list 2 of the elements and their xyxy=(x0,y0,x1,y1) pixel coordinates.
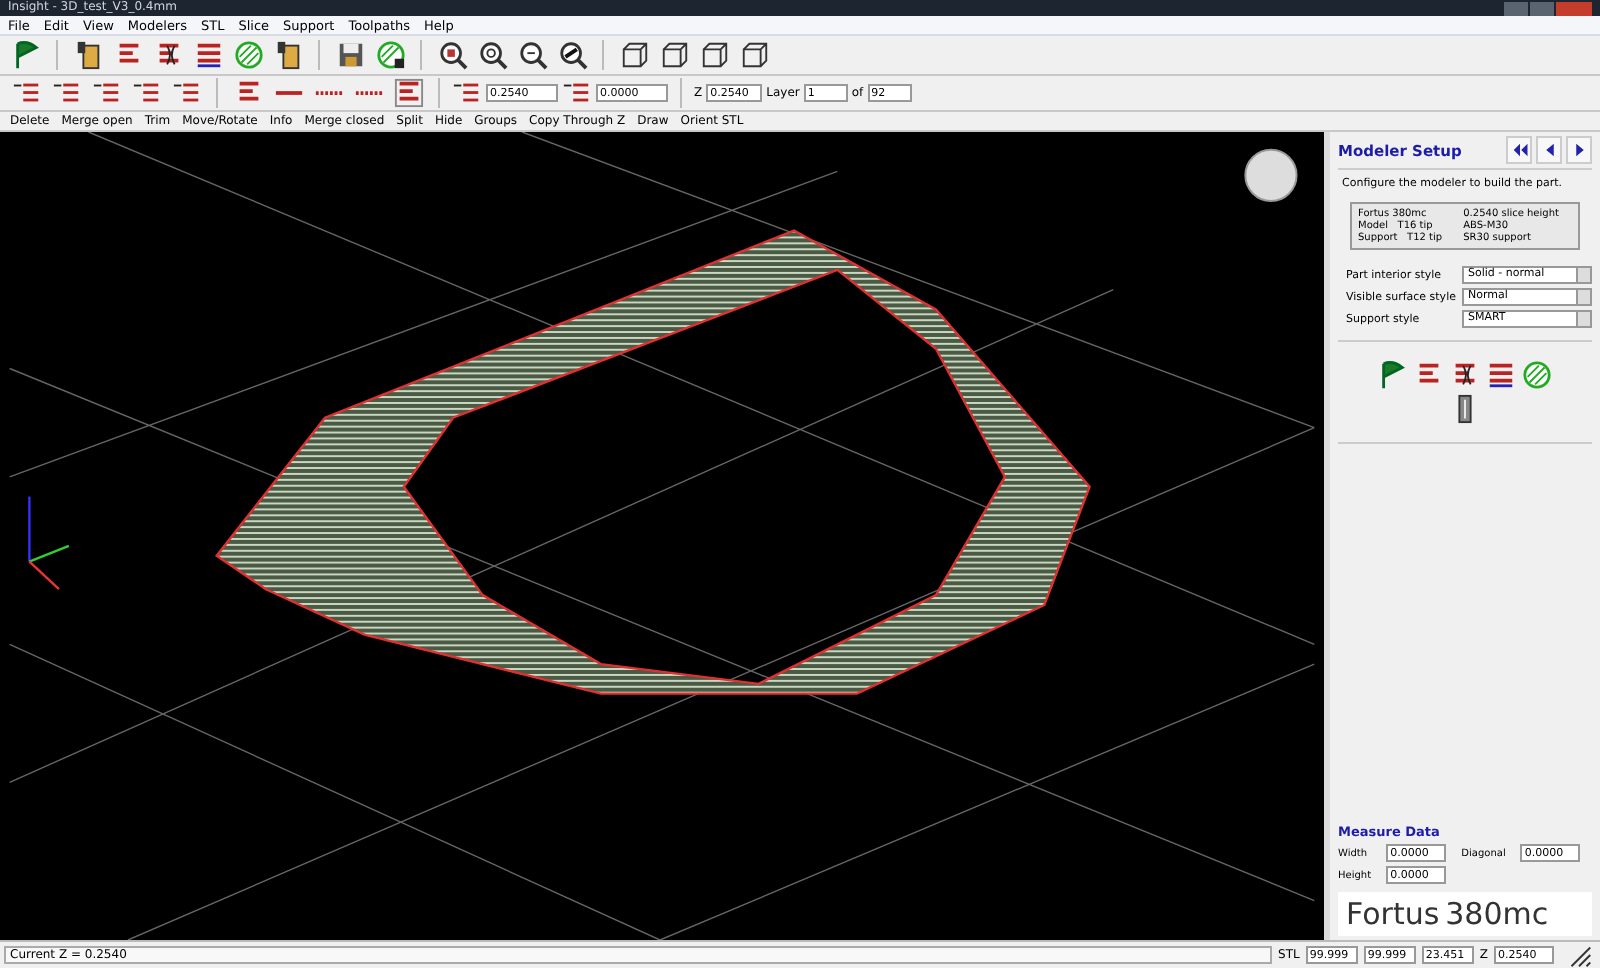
model-name: 380mc xyxy=(1445,896,1549,932)
brand-name: Fortus xyxy=(1346,896,1440,932)
